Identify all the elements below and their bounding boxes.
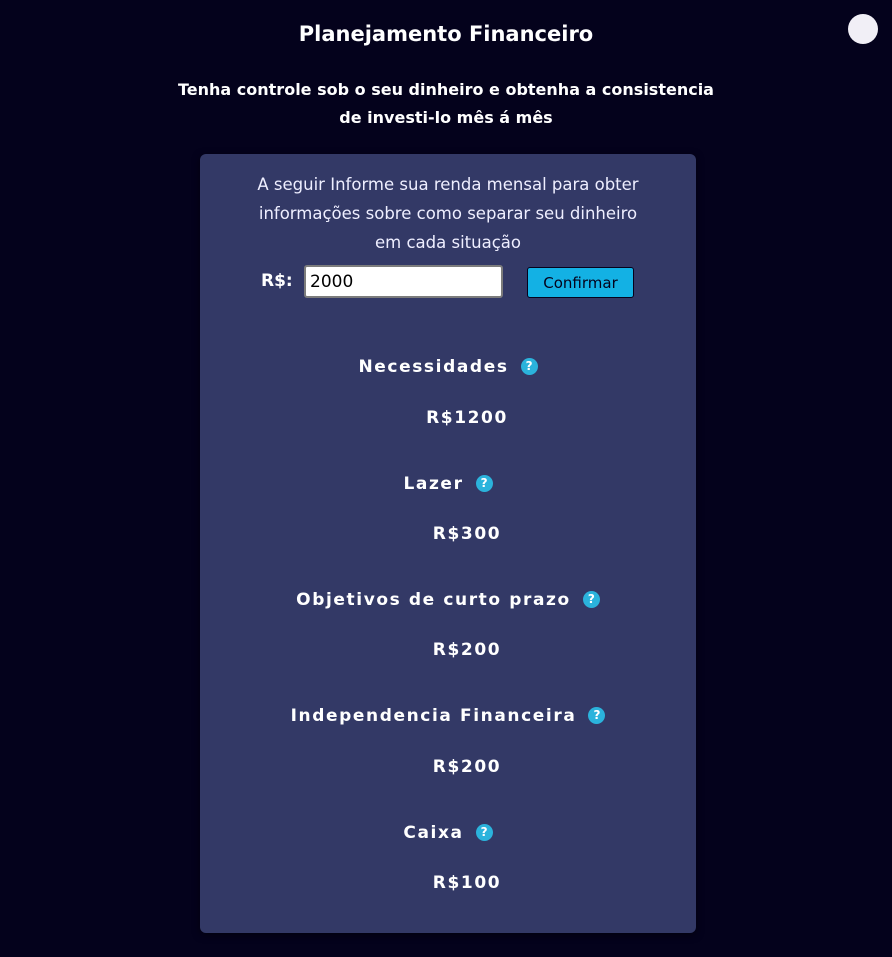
category-value-lazer: R$300 <box>432 524 502 544</box>
category-value-caixa: R$100 <box>432 873 502 893</box>
confirm-button[interactable]: Confirmar <box>527 267 634 298</box>
help-icon[interactable]: ? <box>582 591 600 608</box>
category-label: Caixa <box>403 823 464 843</box>
intro-text: A seguir Informe sua renda mensal para o… <box>214 170 682 257</box>
help-icon[interactable]: ? <box>475 824 493 841</box>
intro-line-1: A seguir Informe sua renda mensal para o… <box>257 175 639 194</box>
currency-label: R$: <box>261 271 293 291</box>
category-title-independencia: Independencia Financeira? <box>200 706 696 726</box>
category-value-necessidades: R$1200 <box>426 408 508 428</box>
intro-line-3: em cada situação <box>375 233 521 252</box>
intro-line-2: informações sobre como separar seu dinhe… <box>258 204 638 223</box>
category-value-objetivos: R$200 <box>432 640 502 660</box>
subtitle-line-1: Tenha controle sob o seu dinheiro e obte… <box>178 80 714 99</box>
help-icon[interactable]: ? <box>475 475 493 492</box>
category-value-independencia: R$200 <box>432 757 502 777</box>
category-label: Independencia Financeira <box>290 706 577 726</box>
page-subtitle: Tenha controle sob o seu dinheiro e obte… <box>146 76 746 132</box>
category-title-lazer: Lazer? <box>200 474 696 494</box>
category-title-necessidades: Necessidades? <box>200 357 696 377</box>
category-label: Objetivos de curto prazo <box>296 590 571 610</box>
category-label: Lazer <box>403 474 464 494</box>
subtitle-line-2: de investi-lo mês á mês <box>339 108 553 127</box>
budget-card: A seguir Informe sua renda mensal para o… <box>200 154 696 933</box>
category-label: Necessidades <box>358 357 509 377</box>
page-title: Planejamento Financeiro <box>298 22 594 46</box>
category-title-caixa: Caixa? <box>200 823 696 843</box>
category-title-objetivos: Objetivos de curto prazo? <box>200 590 696 610</box>
help-icon[interactable]: ? <box>588 707 606 724</box>
income-input[interactable] <box>304 265 503 298</box>
help-icon[interactable]: ? <box>520 358 538 375</box>
